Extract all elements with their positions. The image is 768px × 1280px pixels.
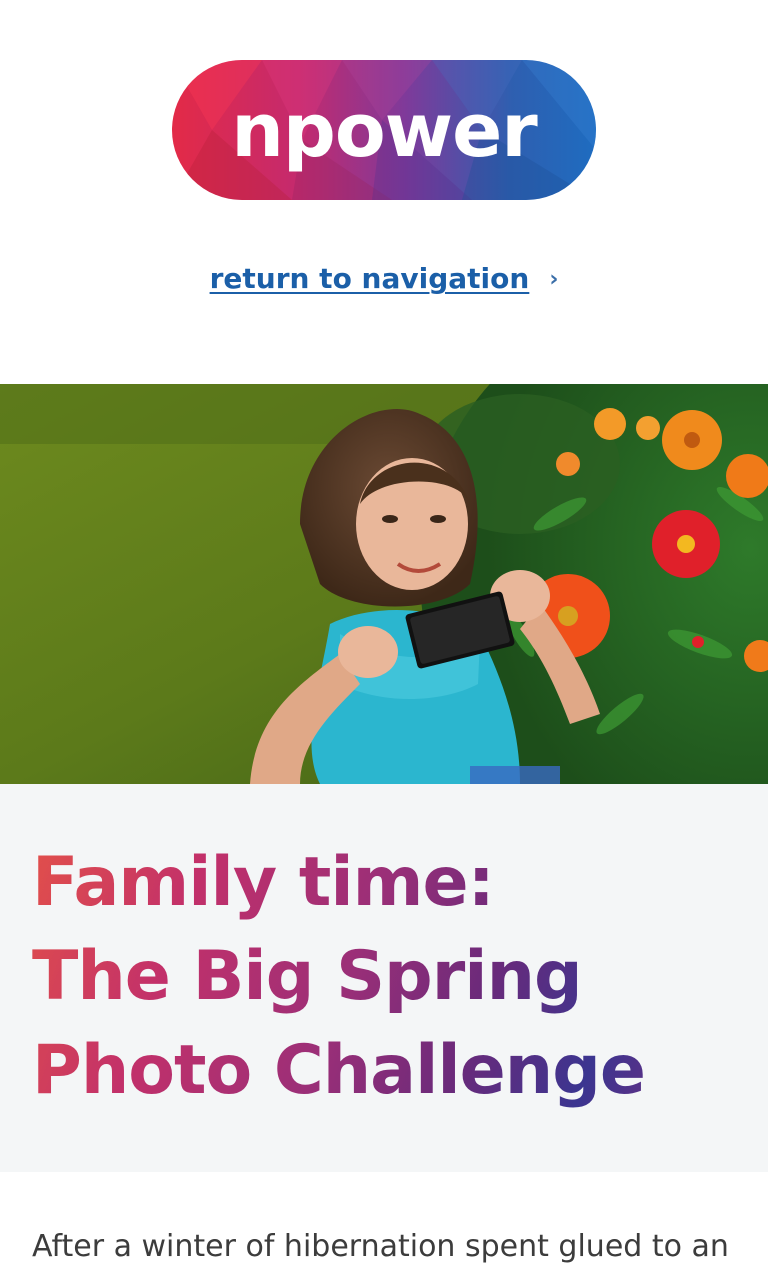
title-line-2: The Big Spring	[32, 937, 582, 1016]
npower-logo[interactable]: npower	[172, 60, 596, 200]
title-line-3: Photo Challenge	[32, 1031, 646, 1110]
hero-photo	[0, 384, 768, 784]
article-intro: After a winter of hibernation spent glue…	[32, 1229, 729, 1264]
article-title: Family time: The Big Spring Photo Challe…	[32, 836, 752, 1118]
return-to-navigation-link[interactable]: return to navigation	[210, 262, 530, 295]
svg-text:npower: npower	[231, 88, 538, 174]
page: npower return to navigation › Family tim…	[0, 0, 768, 1280]
chevron-right-icon: ›	[549, 267, 559, 292]
site-header: npower return to navigation ›	[0, 0, 768, 384]
article-title-block: Family time: The Big Spring Photo Challe…	[0, 784, 768, 1172]
title-line-1: Family time:	[32, 843, 494, 922]
hero-image	[0, 384, 768, 784]
return-to-navigation: return to navigation ›	[0, 262, 768, 295]
article-body: After a winter of hibernation spent glue…	[0, 1172, 768, 1280]
npower-logo-image: npower	[172, 60, 596, 200]
